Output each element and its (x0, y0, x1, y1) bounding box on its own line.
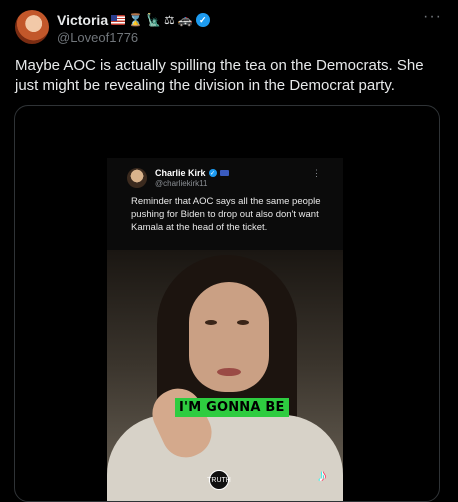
author-row: Victoria ⌛ 🗽 ⚖ 🚓 ✓ (57, 11, 210, 29)
truth-watermark-icon: TRUTH (207, 470, 231, 490)
embedded-name-row: Charlie Kirk ✓ (155, 168, 229, 178)
tweet-card[interactable]: Victoria ⌛ 🗽 ⚖ 🚓 ✓ @Loveof1776 ··· Maybe… (0, 0, 458, 502)
embedded-tweet-text: Reminder that AOC says all the same peop… (131, 196, 321, 233)
tweet-media[interactable]: Charlie Kirk ✓ @charliekirk11 ⋮ Reminder… (14, 105, 440, 502)
video-caption: I'M GONNA BE (175, 398, 289, 417)
author-handle[interactable]: @Loveof1776 (57, 30, 138, 45)
embedded-avatar (127, 168, 147, 188)
embedded-author-handle: @charliekirk11 (155, 179, 208, 188)
scene-lips (217, 368, 241, 376)
scales-icon: ⚖ (164, 13, 175, 27)
embedded-flag-icon (219, 170, 229, 176)
embedded-author-name: Charlie Kirk (155, 168, 206, 178)
scene-eye-left (205, 320, 217, 325)
embedded-more-icon: ⋮ (312, 168, 321, 178)
scene-shirt (107, 415, 343, 501)
flag-us-icon (111, 15, 126, 25)
verified-badge-icon: ✓ (195, 13, 210, 27)
embedded-verified-icon: ✓ (208, 169, 217, 177)
tweet-text: Maybe AOC is actually spilling the tea o… (15, 57, 424, 94)
avatar[interactable] (15, 10, 49, 44)
author-name[interactable]: Victoria (57, 12, 108, 28)
scene-eye-right (237, 320, 249, 325)
more-options-icon[interactable]: ··· (423, 8, 442, 26)
police-car-icon: 🚓 (177, 13, 193, 27)
statue-of-liberty-icon: 🗽 (146, 13, 162, 27)
hourglass-icon: ⌛ (128, 13, 144, 27)
video-frame[interactable]: Charlie Kirk ✓ @charliekirk11 ⋮ Reminder… (107, 158, 343, 501)
video-scene (107, 250, 343, 501)
tiktok-icon: ♪ (318, 466, 327, 485)
